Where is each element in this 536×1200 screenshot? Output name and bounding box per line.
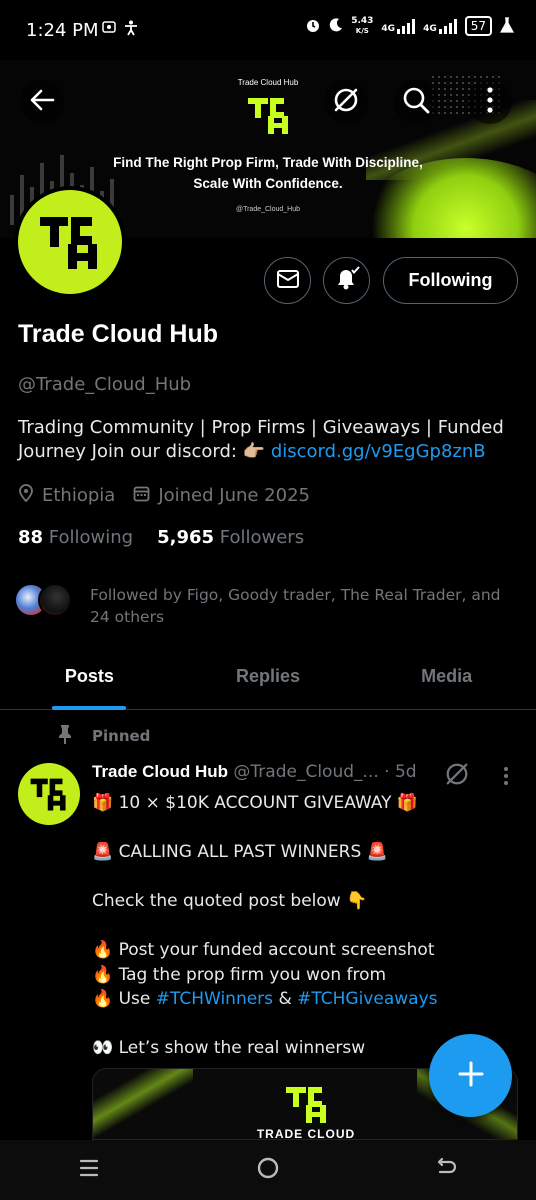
- followers-count: 5,965: [157, 527, 215, 548]
- banner-tagline-line2: Scale With Confidence.: [193, 176, 343, 191]
- alarm-icon: [305, 17, 321, 36]
- message-button[interactable]: [264, 257, 311, 304]
- post-line-prefix: 🔥 Use: [92, 989, 156, 1009]
- post-line-mid: &: [273, 989, 298, 1009]
- back-nav-icon[interactable]: [436, 1157, 458, 1183]
- net-speed-value: 5.43: [351, 16, 374, 26]
- recent-apps-icon[interactable]: [78, 1157, 100, 1183]
- post-grok-icon[interactable]: [444, 761, 470, 791]
- grok-icon: [332, 86, 360, 118]
- followers-stat[interactable]: 5,965 Followers: [157, 527, 304, 548]
- notifications-button[interactable]: [323, 257, 370, 304]
- compose-button[interactable]: [429, 1034, 512, 1117]
- more-vertical-icon: [486, 87, 494, 117]
- post-line: 🔥 Use #TCHWinners & #TCHGiveaways: [92, 987, 512, 1012]
- accessibility-icon: [124, 20, 138, 40]
- banner-tagline-line1: Find The Right Prop Firm, Trade With Dis…: [113, 155, 423, 170]
- following-label: Following: [48, 527, 134, 548]
- profile-name: Trade Cloud Hub: [18, 320, 218, 348]
- following-button[interactable]: Following: [383, 257, 518, 304]
- moon-icon: [329, 17, 343, 35]
- profile-tabs: Posts Replies Media: [0, 646, 536, 710]
- following-count: 88: [18, 527, 44, 548]
- calendar-icon: [133, 485, 150, 507]
- signal-1-icon: [397, 18, 416, 34]
- bell-check-icon: [333, 265, 361, 297]
- home-icon[interactable]: [256, 1156, 280, 1184]
- post-more-icon[interactable]: [503, 766, 509, 790]
- signal-2-icon: [438, 18, 457, 34]
- profile-avatar[interactable]: [14, 186, 126, 298]
- following-stat[interactable]: 88 Following: [18, 527, 133, 548]
- pinned-indicator: Pinned: [56, 724, 150, 748]
- post-author-name[interactable]: Trade Cloud Hub: [92, 762, 228, 781]
- plus-icon: [457, 1060, 485, 1092]
- followers-label: Followers: [219, 527, 305, 548]
- back-arrow-icon: [29, 89, 55, 115]
- net-speed-unit: K/S: [355, 27, 369, 35]
- profile-meta: Ethiopia Joined June 2025: [18, 484, 310, 507]
- post-author-handle[interactable]: @Trade_Cloud_...: [233, 762, 378, 782]
- post-line: 🔥 Tag the prop firm you won from: [92, 964, 387, 985]
- post-line: 🎁 10 × $10K ACCOUNT GIVEAWAY 🎁: [92, 793, 419, 813]
- status-time: 1:24 PM: [26, 20, 99, 41]
- status-right: 5.43 K/S 4G 4G 57: [305, 16, 515, 36]
- banner-logo: [244, 92, 294, 136]
- media-caption: TRADE CLOUD: [256, 1127, 356, 1140]
- profile-bio: Trading Community | Prop Firms | Giveawa…: [18, 416, 518, 464]
- network-1-label: 4G: [381, 24, 396, 34]
- post-author-avatar[interactable]: [18, 763, 80, 825]
- post-line: 🔥 Post your funded account screenshot: [92, 940, 435, 960]
- mail-icon: [276, 269, 300, 293]
- media-logo: [281, 1081, 333, 1129]
- hashtag-link[interactable]: #TCHGiveaways: [297, 989, 437, 1009]
- post-time: · 5d: [384, 762, 417, 782]
- network-2: 4G: [423, 18, 457, 34]
- back-button[interactable]: [20, 80, 64, 124]
- tab-posts[interactable]: Posts: [0, 646, 179, 710]
- status-bar: 1:24 PM 5.43 K/S 4G 4G 57: [0, 0, 536, 60]
- network-2-label: 4G: [423, 24, 437, 34]
- flask-icon: [499, 16, 515, 36]
- profile-handle: @Trade_Cloud_Hub: [18, 374, 192, 395]
- more-button[interactable]: [468, 80, 512, 124]
- banner-brand-label: Trade Cloud Hub: [237, 78, 299, 87]
- post-body[interactable]: 🎁 10 × $10K ACCOUNT GIVEAWAY 🎁 🚨 CALLING…: [92, 791, 512, 1061]
- grok-button[interactable]: [324, 80, 368, 124]
- post-line: 🚨 CALLING ALL PAST WINNERS 🚨: [92, 842, 388, 862]
- system-nav-bar: [0, 1140, 536, 1200]
- network-1: 4G: [381, 18, 416, 34]
- pin-icon: [56, 724, 74, 748]
- tab-media[interactable]: Media: [357, 646, 536, 709]
- followed-by-text[interactable]: Followed by Figo, Goody trader, The Real…: [90, 584, 520, 628]
- follower-avatar: [38, 583, 72, 617]
- followed-by-avatars[interactable]: [14, 583, 72, 617]
- location-icon: [18, 484, 34, 507]
- tab-replies[interactable]: Replies: [179, 646, 358, 709]
- hashtag-link[interactable]: #TCHWinners: [156, 989, 273, 1009]
- pinned-label: Pinned: [92, 727, 151, 745]
- search-icon: [402, 86, 430, 118]
- profile-joined: Joined June 2025: [158, 485, 310, 506]
- screenshot-icon: [102, 20, 116, 38]
- post-header: Trade Cloud Hub @Trade_Cloud_... · 5d: [92, 762, 417, 782]
- profile-location: Ethiopia: [42, 485, 116, 506]
- profile-stats: 88 Following 5,965 Followers: [18, 527, 304, 548]
- battery-indicator: 57: [464, 16, 492, 36]
- post-line: Check the quoted post below 👇: [92, 891, 368, 911]
- bio-discord-link[interactable]: discord.gg/v9EgGp8znB: [271, 441, 486, 462]
- net-speed: 5.43 K/S: [351, 16, 373, 36]
- search-button[interactable]: [394, 80, 438, 124]
- profile-avatar-logo: [18, 190, 122, 294]
